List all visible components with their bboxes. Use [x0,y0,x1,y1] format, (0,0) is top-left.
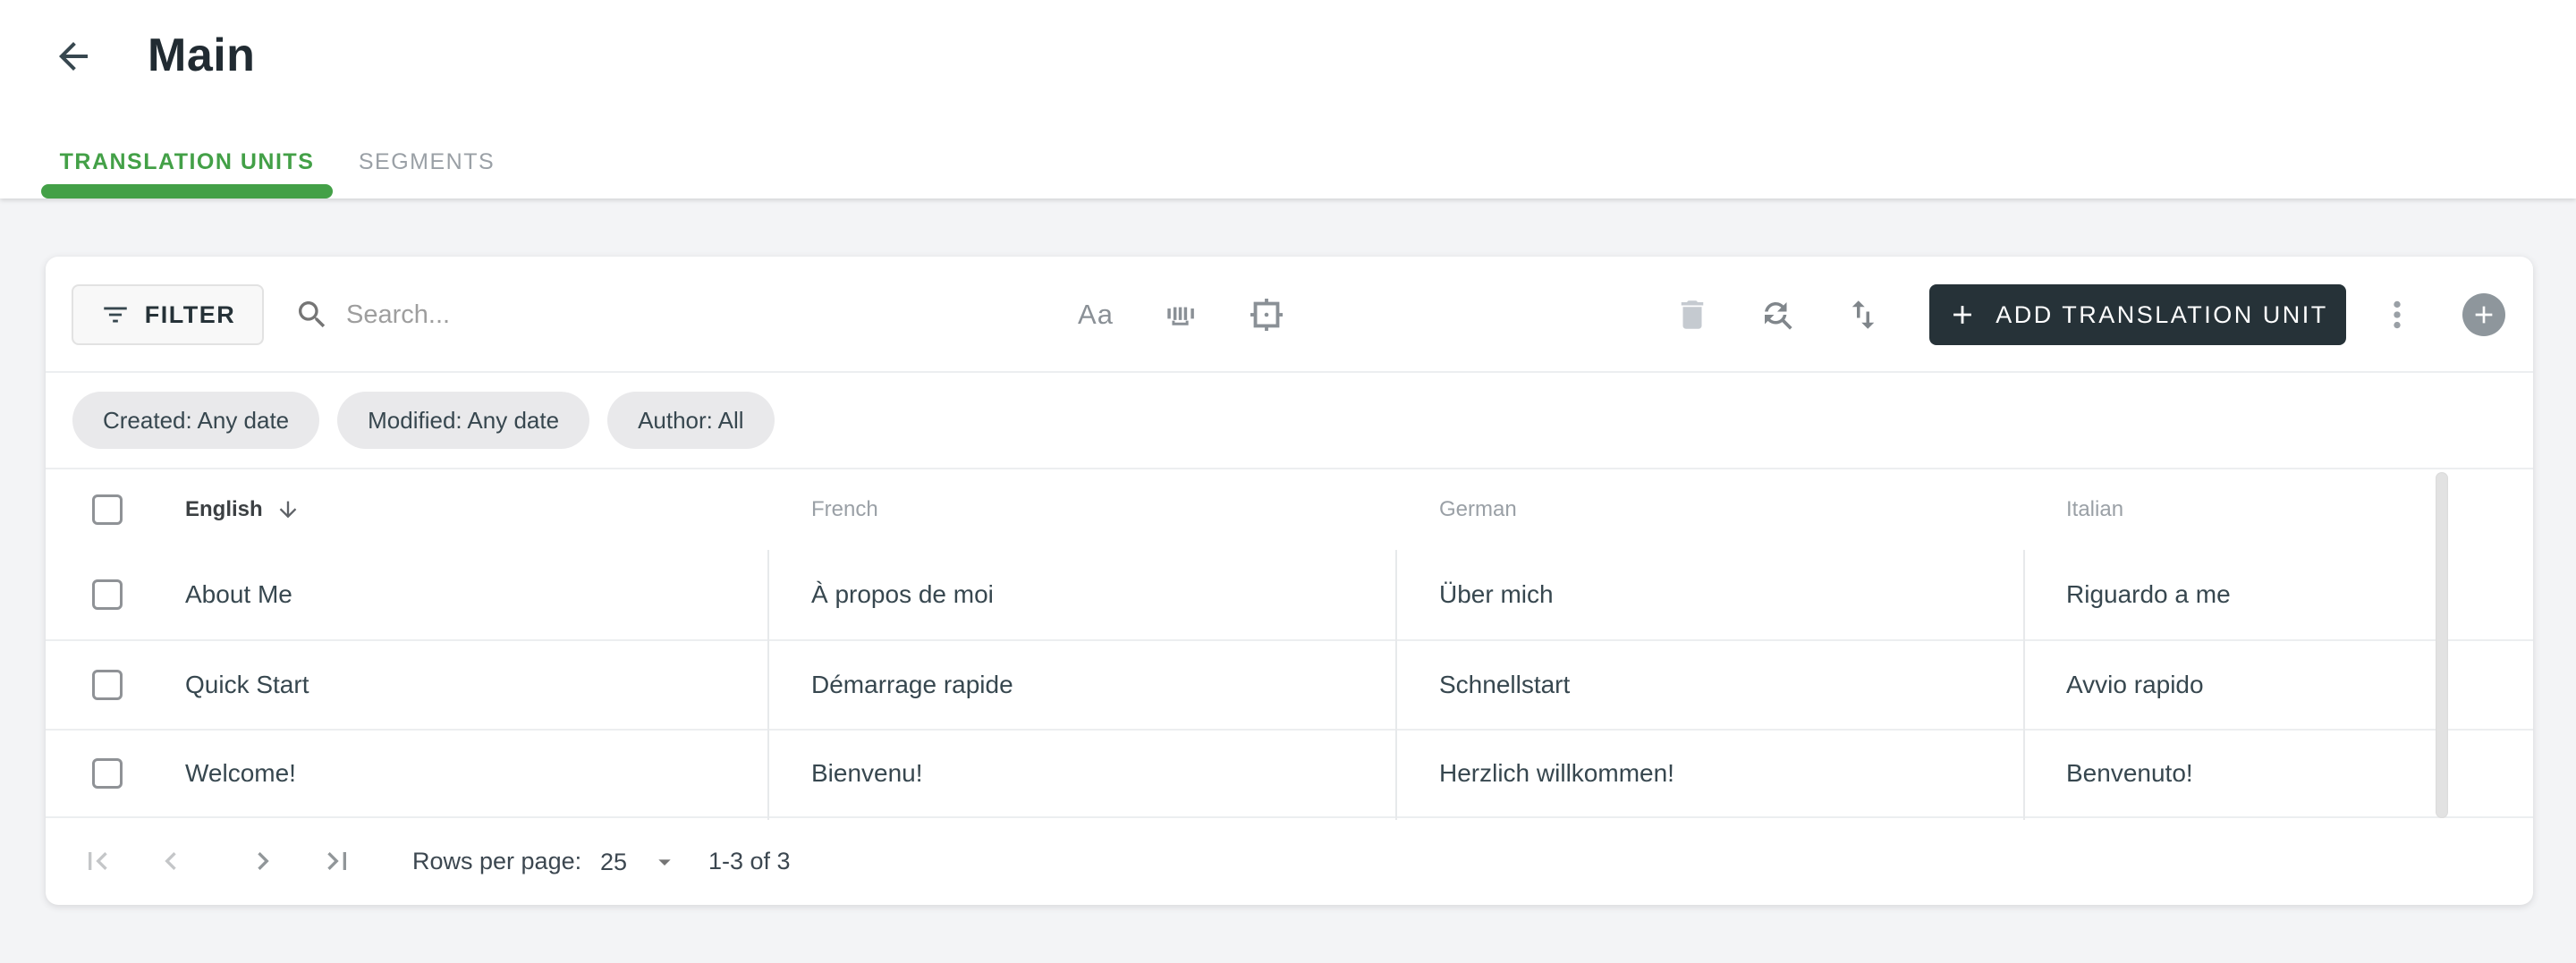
column-divider [1395,550,1397,820]
first-page-icon [80,843,115,879]
column-divider [767,550,769,820]
cell-french: Bienvenu! [811,759,923,787]
placeholder-frame-button[interactable] [1241,290,1292,340]
cell-italian: Benvenuto! [2066,759,2193,787]
cell-english: Welcome! [185,759,296,787]
whole-word-button[interactable] [1156,290,1206,340]
cell-german: Schnellstart [1439,671,1571,698]
search-input[interactable] [346,300,811,330]
translation-units-panel: FILTER Aa [46,257,2533,905]
plus-icon [1947,300,1978,330]
chevron-right-icon [245,843,281,879]
column-header-label: German [1439,497,1517,521]
sort-arrows-icon [1844,296,1882,334]
search-bar [294,286,811,343]
filter-button-label: FILTER [144,300,236,328]
chip-author[interactable]: Author: All [607,392,775,449]
more-options-button[interactable] [2372,290,2422,340]
cell-french: Démarrage rapide [811,671,1013,698]
chevron-left-icon [153,843,189,879]
chip-created[interactable]: Created: Any date [72,392,320,449]
rows-per-page-select[interactable]: 25 [600,840,679,884]
column-divider [2023,550,2025,820]
previous-page-button[interactable] [146,836,196,886]
add-language-button[interactable] [2462,293,2505,336]
cell-german: Herzlich willkommen! [1439,759,1674,787]
pagination-range-label: 1-3 of 3 [708,848,791,874]
search-icon [294,297,330,333]
first-page-button[interactable] [72,836,123,886]
column-header-german[interactable]: German [1395,497,2023,522]
active-tab-underline [41,184,333,199]
match-case-icon: Aa [1078,299,1114,330]
column-header-french[interactable]: French [767,497,1395,522]
add-translation-unit-button[interactable]: ADD TRANSLATION UNIT [1929,284,2346,345]
tab-segments[interactable]: SEGMENTS [333,125,521,199]
column-header-label: Italian [2066,497,2124,521]
find-replace-button[interactable] [1752,290,1802,340]
pagination-bar: Rows per page: 25 1-3 of 3 [46,818,2533,905]
chevron-down-icon [650,848,679,876]
delete-button[interactable] [1667,290,1717,340]
cell-german: Über mich [1439,580,1554,608]
filter-icon [100,300,131,330]
arrow-left-icon [52,35,95,78]
cell-english: About Me [185,580,292,608]
sort-order-button[interactable] [1838,290,1888,340]
table-header: English French German Italian [46,469,2533,550]
filter-button[interactable]: FILTER [72,284,264,345]
trash-icon [1674,296,1711,334]
rows-per-page-value: 25 [600,848,628,875]
row-checkbox[interactable] [92,758,123,789]
page-title: Main [148,30,256,81]
column-header-english[interactable]: English [166,497,767,522]
last-page-icon [319,843,355,879]
row-checkbox[interactable] [92,579,123,610]
back-button[interactable] [49,32,97,80]
rows-per-page-label: Rows per page: [412,848,582,874]
next-page-button[interactable] [238,836,288,886]
page-header: Main TRANSLATION UNITS SEGMENTS [0,0,2576,199]
whole-word-icon [1161,295,1200,334]
last-page-button[interactable] [312,836,362,886]
cell-italian: Riguardo a me [2066,580,2231,608]
match-case-button[interactable]: Aa [1071,290,1121,340]
table-row[interactable]: About Me À propos de moi Über mich Rigua… [46,550,2533,641]
cell-italian: Avvio rapido [2066,671,2204,698]
table-row[interactable]: Welcome! Bienvenu! Herzlich willkommen! … [46,731,2533,818]
select-all-checkbox[interactable] [92,494,123,525]
column-header-label: English [185,497,263,521]
cell-french: À propos de moi [811,580,994,608]
kebab-icon [2378,296,2416,334]
find-replace-icon [1758,296,1796,334]
placeholder-frame-icon [1246,294,1287,335]
chip-modified[interactable]: Modified: Any date [337,392,590,449]
add-translation-unit-label: ADD TRANSLATION UNIT [1996,300,2328,328]
row-checkbox[interactable] [92,670,123,700]
table-scrollbar[interactable] [2436,472,2448,818]
column-header-italian[interactable]: Italian [2023,497,2533,522]
toolbar: FILTER Aa [46,257,2533,373]
sort-descending-icon [275,497,301,522]
column-header-label: French [811,497,878,521]
cell-english: Quick Start [185,671,309,698]
table-row[interactable]: Quick Start Démarrage rapide Schnellstar… [46,641,2533,731]
filter-chips-row: Created: Any date Modified: Any date Aut… [46,373,2533,469]
add-circle-plus-icon [2470,300,2498,329]
